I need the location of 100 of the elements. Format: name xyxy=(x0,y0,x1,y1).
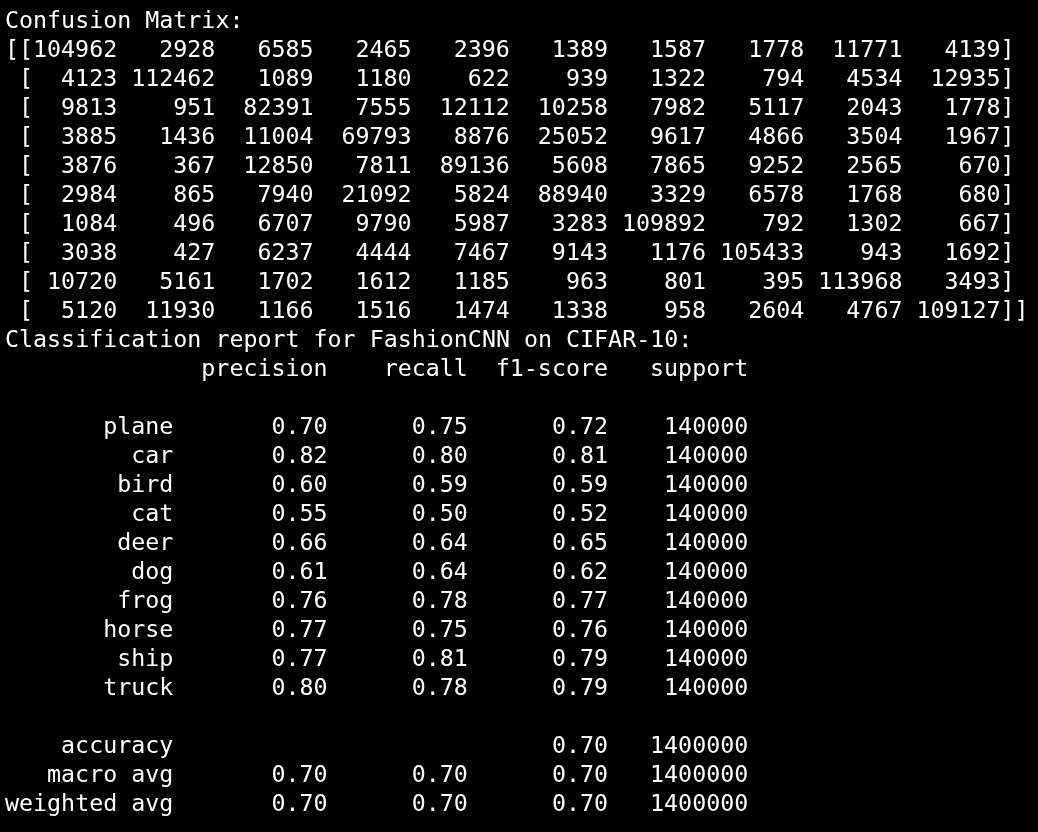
matrix-bracket: ] xyxy=(1000,34,1015,63)
metric-value: 1400000 xyxy=(649,730,749,759)
matrix-cell-text: 6237 xyxy=(256,237,314,266)
matrix-cell-text: 10720 xyxy=(46,266,118,295)
metric-value: 140000 xyxy=(663,440,749,469)
matrix-bracket: ] xyxy=(1000,179,1015,208)
matrix-cell-text: 670 xyxy=(957,150,1001,179)
matrix-cell-text: 367 xyxy=(172,150,216,179)
matrix-bracket: ] xyxy=(1000,150,1015,179)
metric-value: 140000 xyxy=(663,614,749,643)
matrix-cell-text: 3283 xyxy=(550,208,608,237)
metric-value: 0.79 xyxy=(550,643,608,672)
matrix-cell-text: 939 xyxy=(564,63,608,92)
class-label: dog xyxy=(130,556,174,585)
matrix-bracket: [[ xyxy=(5,34,34,63)
column-header: recall xyxy=(382,353,468,382)
metric-value: 0.75 xyxy=(410,614,468,643)
matrix-cell-text: 89136 xyxy=(438,150,510,179)
metric-value: 0.65 xyxy=(550,527,608,556)
metric-value: 0.70 xyxy=(550,788,608,817)
matrix-cell-text: 1176 xyxy=(649,237,707,266)
matrix-cell-text: 8876 xyxy=(452,121,510,150)
matrix-cell-text: 5608 xyxy=(550,150,608,179)
matrix-cell-text: 427 xyxy=(172,237,216,266)
matrix-cell-text: 9252 xyxy=(747,150,805,179)
metric-value: 0.76 xyxy=(270,585,328,614)
matrix-cell-text: 9617 xyxy=(649,121,707,150)
metric-value: 0.64 xyxy=(410,527,468,556)
matrix-cell-text: 865 xyxy=(172,179,216,208)
matrix-cell-text: 667 xyxy=(957,208,1001,237)
metric-value: 0.60 xyxy=(270,469,328,498)
metric-value: 0.77 xyxy=(550,585,608,614)
class-label: frog xyxy=(116,585,174,614)
metric-value: 0.64 xyxy=(410,556,468,585)
column-header: precision xyxy=(201,353,328,382)
matrix-cell-text: 4866 xyxy=(747,121,805,150)
metric-value: 0.81 xyxy=(410,643,468,672)
matrix-cell-text: 496 xyxy=(172,208,216,237)
matrix-bracket: [ xyxy=(18,179,34,208)
metric-value: 0.70 xyxy=(550,759,608,788)
metric-value: 140000 xyxy=(663,585,749,614)
metric-value: 0.80 xyxy=(270,672,328,701)
matrix-cell-text: 3493 xyxy=(943,266,1001,295)
matrix-cell-text: 1967 xyxy=(943,121,1001,150)
matrix-bracket: [ xyxy=(18,208,34,237)
class-label: deer xyxy=(116,527,174,556)
metric-value: 0.66 xyxy=(270,527,328,556)
metric-value: 0.70 xyxy=(270,759,328,788)
metric-value: 0.79 xyxy=(550,672,608,701)
metric-value: 0.78 xyxy=(410,585,468,614)
metric-value: 0.75 xyxy=(410,411,468,440)
metric-value: 140000 xyxy=(663,556,749,585)
matrix-cell-text: 1474 xyxy=(452,295,510,324)
matrix-cell: 113968 xyxy=(818,266,903,295)
matrix-cell-text: 794 xyxy=(761,63,805,92)
summary-label: weighted avg xyxy=(5,788,174,817)
class-label: cat xyxy=(130,498,174,527)
matrix-cell-text: 1778 xyxy=(943,92,1001,121)
matrix-cell-text: 801 xyxy=(663,266,707,295)
matrix-cell-text: 1302 xyxy=(845,208,903,237)
matrix-cell-text: 9813 xyxy=(60,92,118,121)
matrix-cell-text: 11004 xyxy=(242,121,314,150)
matrix-cell-text: 5161 xyxy=(158,266,216,295)
matrix-cell-text: 4139 xyxy=(943,34,1001,63)
matrix-cell: 112462 xyxy=(131,63,216,92)
column-header: support xyxy=(649,353,749,382)
matrix-cell-text: 1089 xyxy=(256,63,314,92)
matrix-bracket: [ xyxy=(18,121,34,150)
matrix-cell-text: 7555 xyxy=(354,92,412,121)
terminal-line: Classification report for FashionCNN on CIFAR-10: xyxy=(5,324,693,353)
matrix-cell-text: 4444 xyxy=(354,237,412,266)
matrix-cell-text: 1389 xyxy=(550,34,608,63)
matrix-bracket: ] xyxy=(1000,237,1015,266)
class-label: car xyxy=(130,440,174,469)
metric-value: 0.80 xyxy=(410,440,468,469)
matrix-cell-text: 5120 xyxy=(60,295,118,324)
metric-value: 1400000 xyxy=(649,759,749,788)
matrix-cell: 109127 xyxy=(916,295,1001,324)
matrix-bracket: [ xyxy=(18,266,34,295)
matrix-cell-text: 3329 xyxy=(649,179,707,208)
matrix-cell-text: 3885 xyxy=(60,121,118,150)
matrix-cell-text: 25052 xyxy=(536,121,608,150)
metric-value: 140000 xyxy=(663,672,749,701)
matrix-cell-text: 4123 xyxy=(60,63,118,92)
class-label: bird xyxy=(116,469,174,498)
matrix-cell-text: 4767 xyxy=(845,295,903,324)
matrix-cell-text: 11771 xyxy=(831,34,903,63)
matrix-cell-text: 1587 xyxy=(649,34,707,63)
matrix-cell-text: 1768 xyxy=(845,179,903,208)
matrix-cell-text: 2928 xyxy=(158,34,216,63)
metric-value: 0.70 xyxy=(410,759,468,788)
matrix-cell-text: 1692 xyxy=(943,237,1001,266)
metric-value: 140000 xyxy=(663,498,749,527)
matrix-cell-text: 1322 xyxy=(649,63,707,92)
matrix-cell-text: 1612 xyxy=(354,266,412,295)
matrix-cell-text: 792 xyxy=(761,208,805,237)
matrix-bracket: ] xyxy=(1000,63,1015,92)
matrix-cell-text: 10258 xyxy=(536,92,608,121)
matrix-cell-text: 21092 xyxy=(340,179,412,208)
matrix-bracket: [ xyxy=(18,295,34,324)
